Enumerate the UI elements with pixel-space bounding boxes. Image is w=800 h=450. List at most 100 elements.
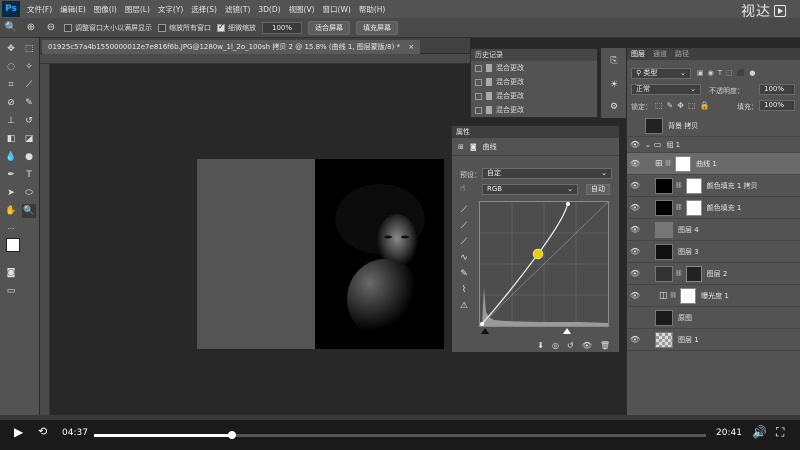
hand-tool-icon[interactable]: ✋: [4, 204, 18, 218]
tab-channels[interactable]: 通道: [653, 48, 667, 60]
preset-select[interactable]: 自定 ⌄: [482, 168, 612, 179]
zoom-all-checkbox[interactable]: 缩放所有窗口: [158, 23, 211, 33]
zoom-in-icon[interactable]: ⊕: [24, 21, 38, 35]
layer-mask-thumbnail[interactable]: [685, 199, 702, 216]
foreground-color-swatch[interactable]: [6, 238, 20, 252]
menu-layer[interactable]: 图层(L): [121, 4, 154, 15]
blend-mode-select[interactable]: 正常 ⌄: [631, 84, 701, 95]
menu-3d[interactable]: 3D(D): [254, 5, 284, 14]
zoom-level-input[interactable]: 100%: [262, 21, 302, 34]
zoom-out-icon[interactable]: ⊖: [44, 21, 58, 35]
menu-image[interactable]: 图像(I): [90, 4, 121, 15]
move-tool-icon[interactable]: ✥: [4, 42, 18, 56]
black-input-slider[interactable]: [481, 328, 489, 334]
eyedropper-tool-icon[interactable]: ⟋: [22, 78, 36, 92]
history-item[interactable]: 混合更改: [471, 89, 597, 103]
path-selection-icon[interactable]: ➤: [4, 186, 18, 200]
curve-control-point[interactable]: [532, 248, 544, 260]
layer-row-original[interactable]: 原图: [627, 307, 800, 329]
quick-mask-icon[interactable]: ◙: [4, 266, 18, 280]
tab-paths[interactable]: 路径: [675, 48, 689, 60]
document-canvas-image[interactable]: [315, 159, 444, 349]
pen-tool-icon[interactable]: ✒: [4, 168, 18, 182]
history-item[interactable]: 混合更改: [471, 75, 597, 89]
eye-icon[interactable]: 👁: [629, 247, 641, 256]
layer-row-layer-2[interactable]: 👁 ⛓ 图层 2: [627, 263, 800, 285]
auto-button[interactable]: 自动: [586, 184, 610, 195]
menu-filter[interactable]: 滤镜(T): [221, 4, 254, 15]
history-panel-icon[interactable]: ⎘: [607, 54, 621, 68]
eye-icon[interactable]: 👁: [629, 159, 641, 168]
menu-file[interactable]: 文件(F): [23, 4, 56, 15]
crop-tool-icon[interactable]: ⌗: [4, 78, 18, 92]
screen-mode-icon[interactable]: ▭: [4, 284, 18, 298]
view-previous-icon[interactable]: ◎: [552, 341, 559, 350]
fill-input[interactable]: 100%: [759, 100, 795, 111]
marquee-tool-icon[interactable]: ⬚: [22, 42, 36, 56]
layer-row-group-1[interactable]: 👁 ⌄ ▭ 组 1: [627, 137, 800, 153]
brush-tool-icon[interactable]: ✎: [22, 96, 36, 110]
layer-filter-icons[interactable]: ▣◉T⬚⬛●: [697, 69, 759, 77]
layer-mask-thumbnail[interactable]: [680, 287, 697, 304]
more-tools-icon[interactable]: ···: [4, 222, 18, 236]
eye-icon[interactable]: 👁: [629, 225, 641, 234]
layer-mask-icon[interactable]: ◙: [470, 143, 477, 151]
fullscreen-icon[interactable]: ⛶: [776, 425, 784, 440]
white-point-eyedropper-icon[interactable]: ⟋: [458, 236, 470, 248]
layer-row-color-fill-copy[interactable]: 👁 ⛓ 颜色填充 1 拷贝: [627, 175, 800, 197]
layer-mask-thumbnail[interactable]: [685, 265, 702, 282]
clipping-warning-icon[interactable]: ⚠: [458, 300, 470, 312]
black-point-eyedropper-icon[interactable]: ⟋: [458, 204, 470, 216]
layer-mask-thumbnail[interactable]: [675, 155, 692, 172]
play-icon[interactable]: ▶: [14, 425, 23, 439]
opacity-input[interactable]: 100%: [759, 84, 795, 95]
properties-panel-icon[interactable]: ⚙: [607, 100, 621, 114]
layer-filter-select[interactable]: ⚲ 类型 ⌄: [631, 68, 691, 79]
dodge-tool-icon[interactable]: ●: [22, 150, 36, 164]
volume-icon[interactable]: 🔊: [752, 425, 767, 439]
curve-graph[interactable]: [479, 201, 609, 327]
input-slider[interactable]: [479, 327, 609, 335]
history-item[interactable]: 混合更改: [471, 103, 597, 117]
eraser-tool-icon[interactable]: ◧: [4, 132, 18, 146]
zoom-tool-icon[interactable]: 🔍: [4, 21, 18, 35]
menu-window[interactable]: 窗口(W): [319, 4, 355, 15]
layer-row-curves-1[interactable]: 👁 ⊞ ⛓ 曲线 1: [627, 153, 800, 175]
menu-select[interactable]: 选择(S): [187, 4, 221, 15]
eye-icon[interactable]: 👁: [629, 181, 641, 190]
blur-tool-icon[interactable]: 💧: [4, 150, 18, 164]
chevron-down-icon[interactable]: ⌄: [645, 141, 651, 149]
menu-help[interactable]: 帮助(H): [355, 4, 390, 15]
close-tab-icon[interactable]: ×: [408, 43, 414, 51]
lock-icons[interactable]: ⬚✎✥⬚🔒: [655, 101, 713, 110]
magic-wand-icon[interactable]: ✧: [22, 60, 36, 74]
healing-brush-icon[interactable]: ⊘: [4, 96, 18, 110]
fit-screen-button[interactable]: 适合屏幕: [308, 20, 350, 35]
eye-icon[interactable]: 👁: [629, 203, 641, 212]
gray-point-eyedropper-icon[interactable]: ⟋: [458, 220, 470, 232]
layer-row-exposure-1[interactable]: 👁 ◫ ⛓ 曝光度 1: [627, 285, 800, 307]
layer-row-layer-1[interactable]: 👁 图层 1: [627, 329, 800, 351]
layer-row-layer-3[interactable]: 👁 图层 3: [627, 241, 800, 263]
layer-row-background-copy[interactable]: 背景 拷贝: [627, 115, 800, 137]
paint-bucket-icon[interactable]: ◪: [22, 132, 36, 146]
layer-row-color-fill[interactable]: 👁 ⛓ 颜色填充 1: [627, 197, 800, 219]
layer-row-layer-4[interactable]: 👁 图层 4: [627, 219, 800, 241]
adjustments-panel-icon[interactable]: ☀: [607, 78, 621, 92]
menu-type[interactable]: 文字(Y): [154, 4, 187, 15]
zoom-tool-icon[interactable]: 🔍: [22, 204, 36, 218]
tab-layers[interactable]: 图层: [631, 48, 645, 60]
curve-white-point[interactable]: [566, 202, 570, 206]
fill-screen-button[interactable]: 填充屏幕: [356, 20, 398, 35]
eye-icon[interactable]: 👁: [629, 335, 641, 344]
lasso-tool-icon[interactable]: ◌: [4, 60, 18, 74]
document-tab[interactable]: 01925c57a4b1550000012e7e816f6b.JPG@1280w…: [42, 40, 421, 54]
layer-mask-thumbnail[interactable]: [685, 177, 702, 194]
curve-draw-pencil-icon[interactable]: ✎: [458, 268, 470, 280]
delete-adjustment-icon[interactable]: 🗑: [600, 341, 610, 350]
menu-view[interactable]: 视图(V): [285, 4, 319, 15]
menu-edit[interactable]: 编辑(E): [56, 4, 90, 15]
eye-icon[interactable]: 👁: [629, 269, 641, 278]
white-input-slider[interactable]: [563, 328, 571, 334]
history-brush-icon[interactable]: ↺: [22, 114, 36, 128]
